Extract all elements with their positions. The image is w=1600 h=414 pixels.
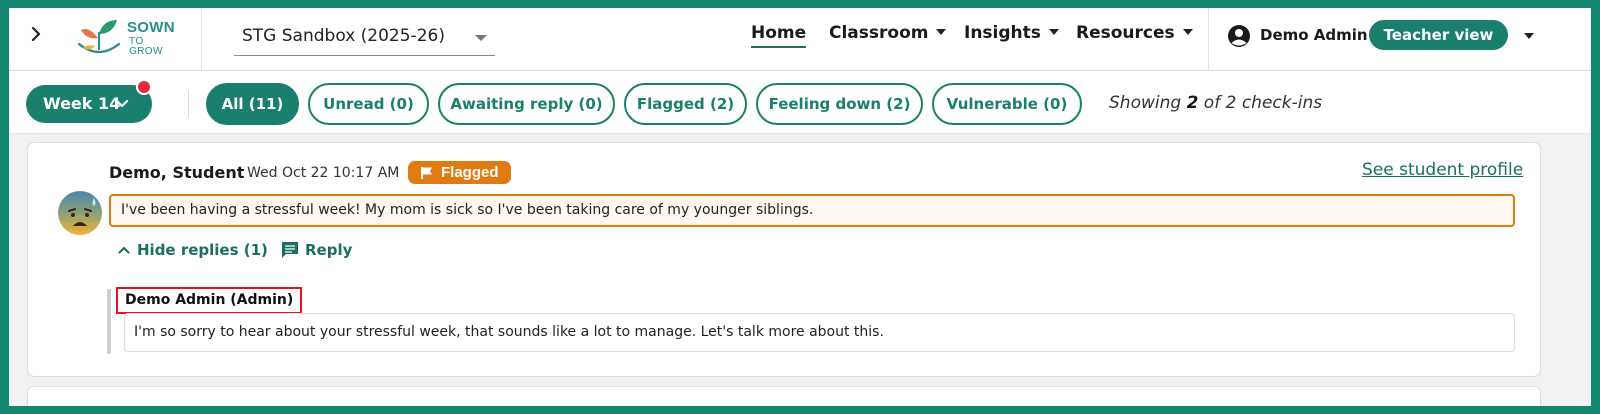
class-select-value: STG Sandbox (2025-26): [242, 26, 445, 46]
divider: [188, 91, 189, 117]
filter-feeling-down[interactable]: Feeling down (2): [756, 83, 923, 125]
showing-prefix: Showing: [1109, 93, 1187, 113]
showing-suffix: of 2 check-ins: [1198, 93, 1323, 113]
teacher-view-button[interactable]: Teacher view: [1369, 20, 1508, 50]
caret-down-icon: [936, 28, 947, 35]
user-circle-icon: [1228, 25, 1250, 47]
divider: [201, 8, 202, 71]
showing-count: 2: [1186, 93, 1199, 113]
reply-thread-bar: [107, 289, 111, 354]
class-select[interactable]: STG Sandbox (2025-26): [234, 22, 495, 56]
divider: [1208, 8, 1209, 71]
reply-label: Reply: [305, 241, 353, 259]
user-name: Demo Admin: [1260, 26, 1368, 44]
week-select-button[interactable]: Week 14: [26, 85, 152, 123]
nav-home[interactable]: Home: [751, 23, 807, 48]
caret-down-icon: [1048, 28, 1059, 35]
nav-resources[interactable]: Resources: [1076, 23, 1193, 43]
flagged-badge-label: Flagged: [441, 164, 499, 181]
nav-insights[interactable]: Insights: [964, 23, 1059, 43]
sown-to-grow-logo[interactable]: SOWN TO GROW: [73, 14, 175, 62]
logo-leaf-icon: [77, 20, 121, 54]
nav-insights-label: Insights: [964, 23, 1041, 43]
next-checkin-card: [27, 386, 1541, 406]
checkin-card: Demo, Student Wed Oct 22 10:17 AM Flagge…: [27, 142, 1541, 377]
week-label: Week 14: [43, 94, 121, 113]
user-menu-caret-icon[interactable]: [1524, 33, 1534, 39]
checkin-timestamp: Wed Oct 22 10:17 AM: [247, 165, 400, 181]
nav-classroom[interactable]: Classroom: [829, 23, 947, 43]
flagged-badge: Flagged: [408, 161, 511, 184]
see-student-profile-link[interactable]: See student profile: [1362, 160, 1523, 180]
filter-awaiting-reply[interactable]: Awaiting reply (0): [438, 83, 615, 125]
hide-replies-toggle[interactable]: Hide replies (1): [118, 241, 268, 259]
notification-dot: [136, 79, 152, 95]
filter-vulnerable[interactable]: Vulnerable (0): [932, 83, 1082, 125]
filter-bar: Week 14 All (11) Unread (0) Awaiting rep…: [9, 71, 1591, 134]
filter-flagged[interactable]: Flagged (2): [624, 83, 747, 125]
chat-bubble-icon: [282, 242, 298, 258]
nav-resources-label: Resources: [1076, 23, 1175, 43]
filter-all[interactable]: All (11): [206, 83, 299, 125]
reply-author: Demo Admin (Admin): [116, 287, 302, 314]
app-frame: SOWN TO GROW STG Sandbox (2025-26) Home …: [9, 8, 1591, 406]
filter-unread[interactable]: Unread (0): [308, 83, 429, 125]
top-nav: SOWN TO GROW STG Sandbox (2025-26) Home …: [9, 8, 1591, 71]
showing-count-text: Showing 2 of 2 check-ins: [1109, 93, 1322, 113]
chevron-down-icon: [115, 99, 129, 108]
student-name: Demo, Student: [109, 163, 245, 182]
chevron-up-icon: [118, 247, 130, 254]
brand-tagline: TO GROW: [129, 36, 163, 57]
caret-down-icon: [475, 35, 487, 41]
checkin-message: I've been having a stressful week! My mo…: [109, 194, 1515, 227]
flag-icon: [421, 167, 432, 179]
sad-face-avatar: [58, 191, 102, 235]
chevron-right-icon[interactable]: [26, 24, 46, 44]
hide-replies-label: Hide replies (1): [137, 241, 268, 259]
reply-button[interactable]: Reply: [281, 241, 352, 259]
caret-down-icon: [1182, 28, 1193, 35]
brand-name: SOWN: [127, 19, 175, 36]
nav-classroom-label: Classroom: [829, 23, 929, 43]
reply-message: I'm so sorry to hear about your stressfu…: [124, 313, 1515, 352]
